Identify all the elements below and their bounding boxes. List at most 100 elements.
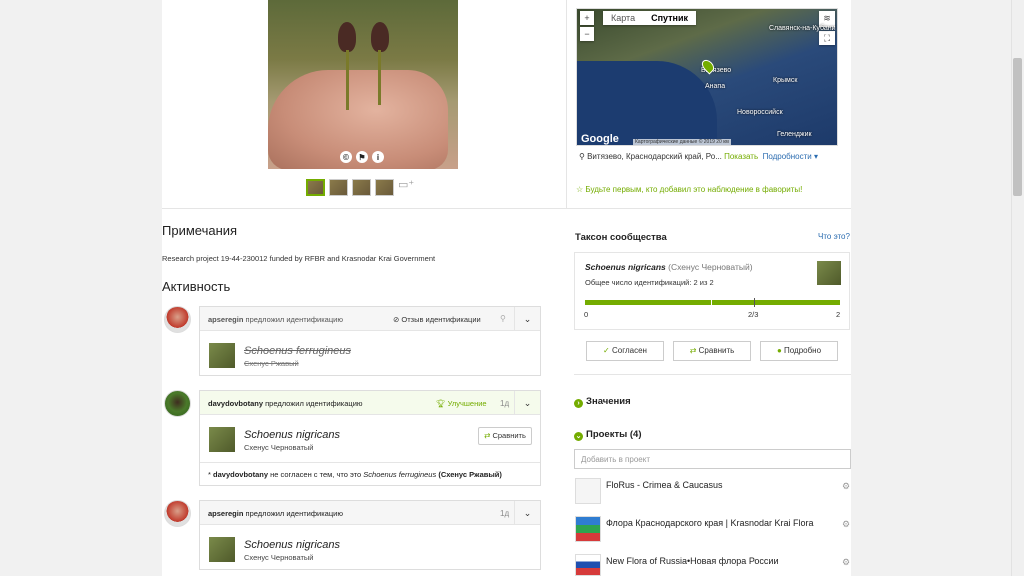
chevron-down-icon[interactable]: ⌄ xyxy=(514,391,540,415)
taxon-thumbnail[interactable] xyxy=(209,537,235,562)
location-pin-icon: ⚲ xyxy=(579,152,588,161)
flag-icon[interactable]: ⚑ xyxy=(356,151,368,163)
project-name[interactable]: New Flora of Russia•Новая флора России xyxy=(606,556,779,566)
identification-author: apseregin предложил идентификацию xyxy=(208,509,343,518)
avatar[interactable] xyxy=(164,500,191,527)
gear-icon[interactable]: ⚙ xyxy=(842,481,850,492)
project-icon[interactable] xyxy=(575,516,601,542)
info-icon[interactable]: i xyxy=(372,151,384,163)
license-icon[interactable]: © xyxy=(340,151,352,163)
tab-map[interactable]: Карта xyxy=(603,11,643,25)
section-divider xyxy=(162,208,851,209)
community-taxon-scientific[interactable]: Schoenus nigricans xyxy=(585,262,666,272)
star-icon: ☆ xyxy=(576,185,586,194)
details-button[interactable]: ● Подробно xyxy=(760,341,838,361)
compare-button[interactable]: ⇄ Сравнить xyxy=(478,427,532,445)
notes-text: Research project 19-44-230012 funded by … xyxy=(162,254,436,263)
compare-icon: ⇄ xyxy=(689,346,699,355)
trophy-icon: 🏆︎ xyxy=(436,399,448,408)
projects-section[interactable]: ⌄ Проекты (4) xyxy=(574,429,642,441)
taxon-name[interactable]: Schoenus nigricans xyxy=(244,539,340,551)
project-icon[interactable] xyxy=(575,554,601,576)
photo-thumbnails: ▭⁺ xyxy=(306,178,418,196)
chevron-down-icon[interactable]: ⌄ xyxy=(514,501,540,525)
add-to-project-input[interactable]: Добавить в проект xyxy=(574,449,851,469)
pin-icon[interactable]: ⚲ xyxy=(500,314,506,323)
taxon-thumbnail[interactable] xyxy=(817,261,841,285)
agreement-threshold-tick xyxy=(754,298,755,307)
avatar[interactable] xyxy=(164,390,191,417)
identification-header: davydovbotany предложил идентификацию 🏆︎… xyxy=(200,391,540,415)
community-taxon-common: (Схенус Черноватый) xyxy=(668,262,753,272)
values-section[interactable]: › Значения xyxy=(574,396,631,408)
location-line: ⚲ Витязево, Краснодарский край, Ро... По… xyxy=(579,152,818,161)
community-taxon-name: Schoenus nigricans (Схенус Черноватый) xyxy=(585,262,753,272)
taxon-name[interactable]: Schoenus nigricans xyxy=(244,429,340,441)
disagree-text: не согласен с тем, что это xyxy=(270,470,362,479)
photo-thumbnail[interactable] xyxy=(306,178,325,196)
fullscreen-icon[interactable]: ⛶ xyxy=(819,31,835,45)
compare-label: Сравнить xyxy=(698,346,735,355)
user-link[interactable]: apseregin xyxy=(208,315,243,324)
taxon-common-name: Схенус Черноватый xyxy=(244,553,314,562)
projects-title[interactable]: Проекты (4) xyxy=(586,429,642,440)
favorite-text[interactable]: Будьте первым, кто добавил это наблюдени… xyxy=(585,185,802,194)
photo-spikelet xyxy=(371,22,389,52)
activity-title: Активность xyxy=(162,279,231,294)
identification-date: 1д xyxy=(500,399,510,408)
map-attribution: Картографические данные © 2019 20 км xyxy=(633,139,731,145)
project-icon[interactable] xyxy=(575,478,601,504)
identification-header: apseregin предложил идентификацию ⊘ Отзы… xyxy=(200,307,540,331)
photo-thumbnail[interactable] xyxy=(352,178,371,196)
gear-icon[interactable]: ⚙ xyxy=(842,557,850,568)
user-link[interactable]: davydovbotany xyxy=(208,399,263,408)
favorite-line[interactable]: ☆ Будьте первым, кто добавил это наблюде… xyxy=(576,185,802,194)
identification-date: 1д xyxy=(500,509,510,518)
compare-button[interactable]: ⇄ Сравнить xyxy=(673,341,751,361)
scale-min: 0 xyxy=(584,310,589,319)
map-label: Геленджик xyxy=(777,131,812,138)
user-link[interactable]: apseregin xyxy=(208,509,243,518)
column-divider xyxy=(566,0,567,208)
notes-title: Примечания xyxy=(162,223,238,238)
map-label: Славянск-на-Кубани xyxy=(769,25,836,32)
scrollbar-thumb[interactable] xyxy=(1013,58,1022,196)
details-link[interactable]: Подробности ▾ xyxy=(763,152,818,161)
zoom-out-button[interactable]: − xyxy=(580,27,594,41)
user-link[interactable]: davydovbotany xyxy=(213,470,268,479)
project-name[interactable]: Флора Краснодарского края | Krasnodar Kr… xyxy=(606,518,814,528)
withdrawn-status: ⊘ Отзыв идентификации xyxy=(393,315,481,324)
identification-card: apseregin предложил идентификацию 1д ⌄ S… xyxy=(199,500,541,570)
whats-this-link[interactable]: Что это? xyxy=(818,232,850,241)
values-title[interactable]: Значения xyxy=(586,396,631,407)
info-icon: ● xyxy=(776,346,784,355)
photo-stem xyxy=(378,50,381,105)
add-photo-icon[interactable]: ▭⁺ xyxy=(398,178,418,196)
photo-thumbnail[interactable] xyxy=(375,178,394,196)
map[interactable]: + − Карта Спутник ≋ ⛶ Славянск-на-Кубани… xyxy=(576,8,838,146)
taxon-thumbnail[interactable] xyxy=(209,427,235,452)
identification-author: apseregin предложил идентификацию xyxy=(208,315,343,324)
expand-icon: › xyxy=(574,399,583,408)
taxon-name[interactable]: Schoenus ferrugineus xyxy=(244,345,351,357)
taxon-common-name: Схенус Черноватый xyxy=(244,443,314,452)
agree-button[interactable]: ✓ Согласен xyxy=(586,341,664,361)
identification-action: предложил идентификацию xyxy=(245,315,343,324)
observation-photo[interactable] xyxy=(268,0,458,169)
project-name[interactable]: FloRus - Crimea & Caucasus xyxy=(606,480,723,490)
chevron-down-icon[interactable]: ⌄ xyxy=(514,307,540,331)
card-divider xyxy=(200,462,540,463)
disagree-taxon[interactable]: Schoenus ferrugineus xyxy=(363,470,436,479)
tab-satellite[interactable]: Спутник xyxy=(643,11,696,25)
map-type-tabs: Карта Спутник xyxy=(603,11,697,25)
zoom-in-button[interactable]: + xyxy=(580,11,594,25)
taxon-thumbnail[interactable] xyxy=(209,343,235,368)
community-taxon-title: Таксон сообщества xyxy=(575,232,667,243)
show-location-link[interactable]: Показать xyxy=(724,152,758,161)
agreement-bar xyxy=(585,300,840,305)
avatar[interactable] xyxy=(164,306,191,333)
gear-icon[interactable]: ⚙ xyxy=(842,519,850,530)
google-logo: Google xyxy=(581,133,619,145)
photo-actions: © ⚑ i xyxy=(340,150,384,164)
photo-thumbnail[interactable] xyxy=(329,178,348,196)
